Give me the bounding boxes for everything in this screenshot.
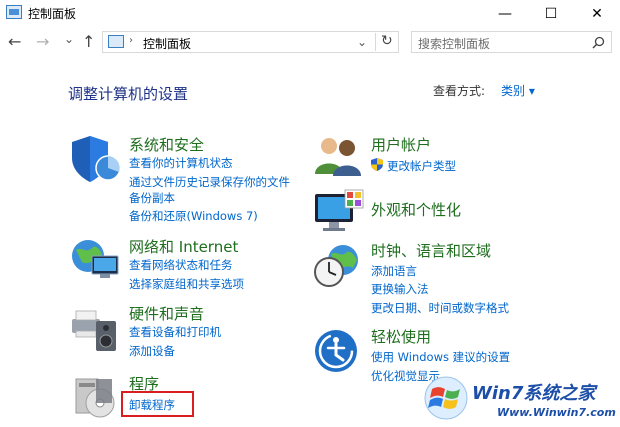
minimize-button[interactable]: — [482,0,528,28]
watermark-brand: Win7系统之家 [472,383,596,404]
link-change-input-method[interactable]: 更换输入法 [371,281,429,297]
link-devices-printers[interactable]: 查看设备和打印机 [129,324,221,340]
search-input[interactable]: 搜索控制面板 [411,31,612,53]
users-icon[interactable] [313,134,365,178]
category-system-security[interactable]: 系统和安全 [129,134,204,155]
link-view-computer-status[interactable]: 查看你的计算机状态 [129,155,233,171]
back-button[interactable]: ← [8,32,21,51]
link-file-history[interactable]: 通过文件历史记录保存你的文件 [129,174,290,190]
address-path: 控制面板 [143,37,192,51]
search-placeholder: 搜索控制面板 [418,37,491,51]
highlight-box [121,391,194,417]
refresh-button[interactable]: ↻ [381,33,393,49]
programs-disc-icon[interactable] [74,373,120,421]
category-appearance-personalization[interactable]: 外观和个性化 [371,199,461,220]
category-network-internet[interactable]: 网络和 Internet [129,236,238,257]
watermark-url: Www.Winwin7.com [497,406,616,419]
monitor-palette-icon[interactable] [313,188,365,234]
control-panel-icon [6,5,22,19]
windows-logo-icon [424,376,468,420]
network-globe-icon[interactable] [70,236,122,282]
ease-of-access-icon[interactable] [313,328,359,374]
page-title: 调整计算机的设置 [68,85,189,103]
breadcrumb-separator: › [129,35,133,46]
uac-shield-icon [371,158,383,171]
link-homegroup-sharing[interactable]: 选择家庭组和共享选项 [129,276,244,292]
clock-globe-icon[interactable] [313,242,365,290]
up-button[interactable]: ↑ [82,32,95,51]
search-icon[interactable] [592,36,605,49]
printer-speaker-icon[interactable] [70,303,122,353]
category-hardware-sound[interactable]: 硬件和声音 [129,303,204,324]
recent-locations-button[interactable]: ⌄ [64,32,74,46]
shield-icon[interactable] [70,134,122,184]
title-bar: 控制面板 — ☐ ✕ [0,0,620,28]
link-backup-copy[interactable]: 备份副本 [129,190,175,206]
link-backup-restore[interactable]: 备份和还原(Windows 7) [129,208,258,224]
forward-button[interactable]: → [36,32,49,51]
link-add-language[interactable]: 添加语言 [371,263,417,279]
maximize-button[interactable]: ☐ [528,0,574,28]
view-by-label: 查看方式: [433,84,486,98]
category-clock-language-region[interactable]: 时钟、语言和区域 [371,240,491,261]
close-button[interactable]: ✕ [574,0,620,28]
control-panel-icon [108,35,124,48]
link-add-device[interactable]: 添加设备 [129,343,175,359]
address-bar[interactable]: › 控制面板 ⌄ ↻ [102,31,399,53]
address-dropdown-button[interactable]: ⌄ [357,35,367,49]
view-by-dropdown[interactable]: 类别 ▾ [501,82,535,99]
link-network-status[interactable]: 查看网络状态和任务 [129,257,233,273]
category-user-accounts[interactable]: 用户帐户 [371,134,431,155]
link-change-date-time-format[interactable]: 更改日期、时间或数字格式 [371,300,509,316]
divider [375,33,376,51]
category-ease-of-access[interactable]: 轻松使用 [371,326,431,347]
link-windows-recommended-settings[interactable]: 使用 Windows 建议的设置 [371,349,510,365]
window-title: 控制面板 [28,7,77,21]
link-change-account-type[interactable]: 更改帐户类型 [387,158,456,174]
